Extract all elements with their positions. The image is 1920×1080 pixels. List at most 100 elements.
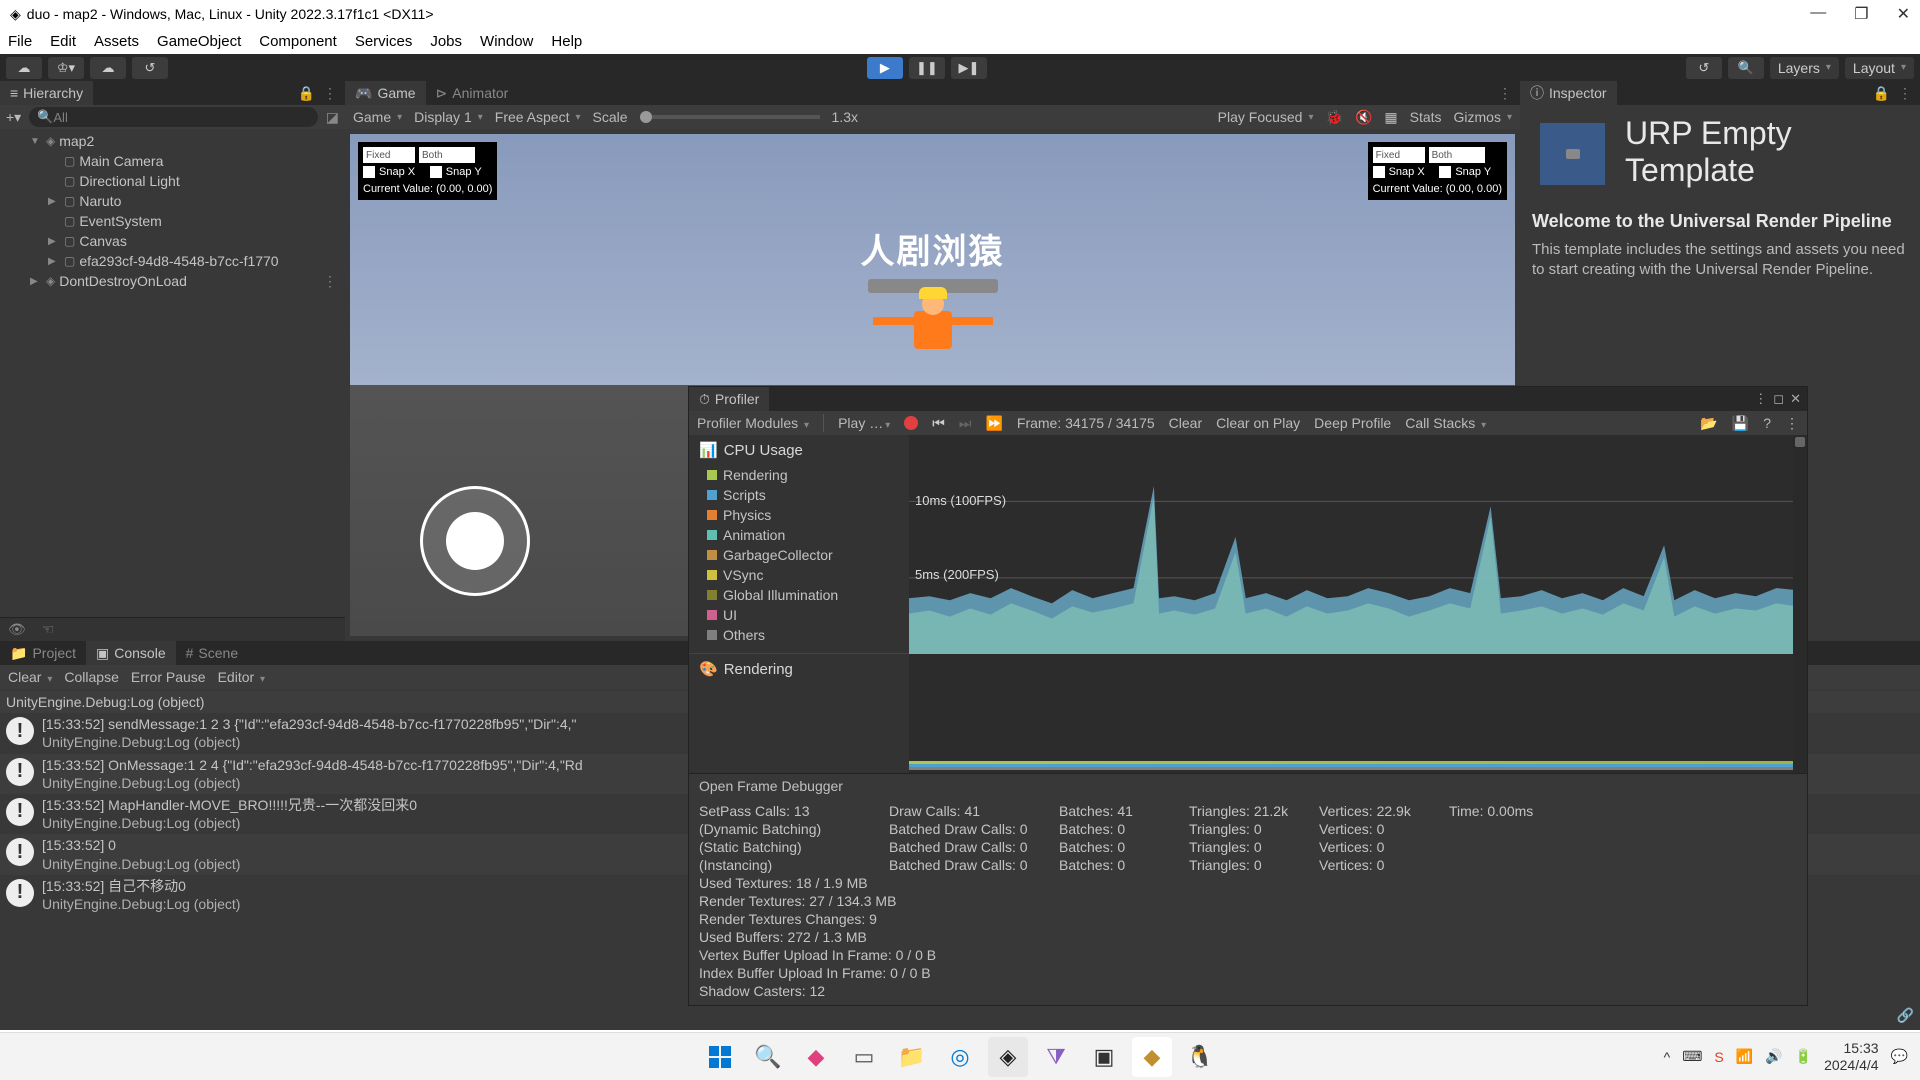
menu-window[interactable]: Window <box>480 33 533 50</box>
mod-others[interactable]: Others <box>689 625 909 645</box>
help-icon[interactable]: ? <box>1763 415 1771 431</box>
undo-history-button[interactable]: ↺ <box>1686 57 1722 79</box>
menu-file[interactable]: File <box>8 33 32 50</box>
tree-item-canvas[interactable]: ▶▢Canvas <box>0 231 345 251</box>
menu-icon[interactable]: ⋮ <box>1785 415 1799 432</box>
cpu-usage-header[interactable]: 📊 CPU Usage <box>689 435 909 465</box>
search-button[interactable]: 🔍 <box>1728 57 1764 79</box>
profiler-target-dropdown[interactable]: Play … <box>838 415 890 431</box>
tree-item-guid[interactable]: ▶▢efa293cf-94d8-4548-b7cc-f1770 <box>0 251 345 271</box>
mod-rendering[interactable]: Rendering <box>689 465 909 485</box>
tray-clock[interactable]: 15:33 2024/4/4 <box>1824 1040 1879 1072</box>
menu-help[interactable]: Help <box>551 33 582 50</box>
menu-gameobject[interactable]: GameObject <box>157 33 241 50</box>
tray-battery[interactable]: 🔋 <box>1795 1048 1812 1065</box>
tree-item-naruto[interactable]: ▶▢Naruto <box>0 191 345 211</box>
play-button[interactable]: ▶ <box>867 57 903 79</box>
grid-icon[interactable]: ▦ <box>1384 109 1397 126</box>
aspect-dropdown[interactable]: Free Aspect <box>495 109 581 125</box>
save-icon[interactable]: 💾 <box>1732 415 1749 432</box>
stats-toggle[interactable]: Stats <box>1410 109 1442 125</box>
menu-icon[interactable]: ⋮ <box>1898 85 1912 102</box>
animator-tab[interactable]: ⊳ Animator <box>426 81 519 105</box>
profiler-popout-icon[interactable]: ◻ <box>1773 391 1784 407</box>
mod-animation[interactable]: Animation <box>689 525 909 545</box>
hierarchy-search[interactable]: 🔍 All <box>29 107 318 127</box>
hierarchy-tab[interactable]: ≡ Hierarchy <box>0 81 93 105</box>
minimize-button[interactable]: — <box>1810 4 1826 24</box>
taskbar-qq[interactable]: 🐧 <box>1180 1037 1220 1077</box>
play-focused-dropdown[interactable]: Play Focused <box>1218 109 1314 125</box>
taskbar-app1[interactable]: ◆ <box>796 1037 836 1077</box>
taskbar-taskview[interactable]: ▭ <box>844 1037 884 1077</box>
tree-item-camera[interactable]: ▢Main Camera <box>0 151 345 171</box>
tray-ime[interactable]: ⌨ <box>1682 1048 1702 1065</box>
virtual-joystick[interactable] <box>420 486 530 596</box>
mod-vsync[interactable]: VSync <box>689 565 909 585</box>
panel-menu-icon[interactable]: ⋮ <box>1498 85 1512 102</box>
tree-item-light[interactable]: ▢Directional Light <box>0 171 345 191</box>
menu-services[interactable]: Services <box>355 33 413 50</box>
mod-ui[interactable]: UI <box>689 605 909 625</box>
clear-button[interactable]: Clear <box>1169 415 1202 431</box>
account-button[interactable]: ☁ <box>6 57 42 79</box>
visibility-icon[interactable]: 👁 <box>0 621 34 638</box>
record-button[interactable] <box>904 416 918 430</box>
bug-icon[interactable]: 🐞 <box>1326 109 1343 126</box>
frame-next-button[interactable]: ⏭ <box>959 415 972 432</box>
step-button[interactable]: ▶❚ <box>951 57 987 79</box>
menu-component[interactable]: Component <box>259 33 337 50</box>
console-tab[interactable]: ▣ Console <box>86 641 176 665</box>
menu-icon[interactable]: ⋮ <box>323 85 337 102</box>
pickable-icon[interactable]: ☜ <box>34 621 63 638</box>
lock-icon[interactable]: 🔒 <box>1873 85 1890 102</box>
mod-gc[interactable]: GarbageCollector <box>689 545 909 565</box>
frame-first-button[interactable]: ⏮ <box>932 415 945 432</box>
history-button[interactable]: ↺ <box>132 57 168 79</box>
scale-slider[interactable] <box>640 115 820 119</box>
taskbar-terminal[interactable]: ▣ <box>1084 1037 1124 1077</box>
cloud-button[interactable]: ☁ <box>90 57 126 79</box>
close-button[interactable]: ✕ <box>1897 4 1910 24</box>
deep-profile-toggle[interactable]: Deep Profile <box>1314 415 1391 431</box>
taskbar-vs[interactable]: ⧩ <box>1036 1037 1076 1077</box>
taskbar-unity[interactable]: ◈ <box>988 1037 1028 1077</box>
mod-scripts[interactable]: Scripts <box>689 485 909 505</box>
mod-physics[interactable]: Physics <box>689 505 909 525</box>
error-pause-toggle[interactable]: Error Pause <box>131 669 206 685</box>
collapse-toggle[interactable]: Collapse <box>64 669 118 685</box>
project-tab[interactable]: 📁 Project <box>0 641 86 665</box>
profiler-menu-icon[interactable]: ⋮ <box>1754 391 1767 407</box>
tray-wifi[interactable]: 📶 <box>1736 1048 1753 1065</box>
tree-item-eventsystem[interactable]: ▢EventSystem <box>0 211 345 231</box>
add-button[interactable]: +▾ <box>6 109 21 126</box>
game-tab[interactable]: 🎮 Game <box>345 81 426 105</box>
tray-app[interactable]: S <box>1714 1049 1723 1065</box>
tray-chevron[interactable]: ^ <box>1664 1049 1671 1065</box>
lock-icon[interactable]: 🔒 <box>298 85 315 102</box>
editor-dropdown[interactable]: Editor <box>218 669 266 685</box>
profiler-close-icon[interactable]: ✕ <box>1790 391 1801 407</box>
mute-icon[interactable]: 🔇 <box>1355 109 1372 126</box>
menu-edit[interactable]: Edit <box>50 33 76 50</box>
clear-on-play-toggle[interactable]: Clear on Play <box>1216 415 1300 431</box>
scene-tab[interactable]: # Scene <box>176 641 249 665</box>
hier-filter-icon[interactable]: ◪ <box>326 109 339 126</box>
game-mode-dropdown[interactable]: Game <box>353 109 402 125</box>
taskbar-edge[interactable]: ◎ <box>940 1037 980 1077</box>
layout-dropdown[interactable]: Layout <box>1845 57 1914 79</box>
profiler-scrollbar[interactable] <box>1793 435 1807 773</box>
pause-button[interactable]: ❚❚ <box>909 57 945 79</box>
load-icon[interactable]: 📂 <box>1700 415 1717 432</box>
menu-jobs[interactable]: Jobs <box>430 33 462 50</box>
open-frame-debugger[interactable]: Open Frame Debugger <box>689 773 1807 797</box>
maximize-button[interactable]: ❐ <box>1854 4 1868 24</box>
menu-assets[interactable]: Assets <box>94 33 139 50</box>
tray-volume[interactable]: 🔊 <box>1765 1048 1782 1065</box>
rendering-header[interactable]: 🎨 Rendering <box>689 653 909 684</box>
gizmos-dropdown[interactable]: Gizmos <box>1454 109 1512 125</box>
call-stacks-dropdown[interactable]: Call Stacks <box>1405 415 1486 431</box>
clear-button[interactable]: Clear <box>8 669 52 685</box>
profiler-modules-dropdown[interactable]: Profiler Modules <box>697 415 809 431</box>
start-button[interactable] <box>700 1037 740 1077</box>
